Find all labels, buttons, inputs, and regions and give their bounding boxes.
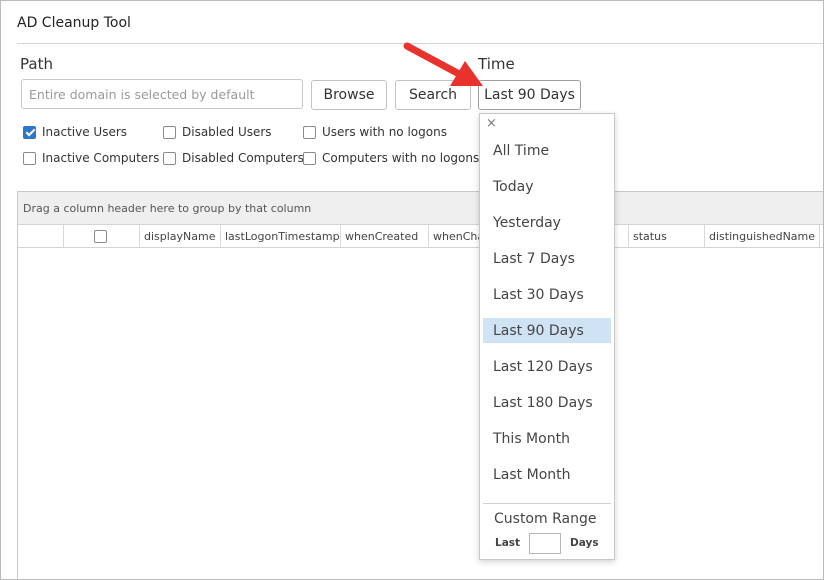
dropdown-item-all-time[interactable]: All Time: [483, 138, 611, 163]
column-status[interactable]: status: [629, 225, 705, 248]
column-lastlogontimestamp[interactable]: lastLogonTimestamp: [221, 225, 341, 248]
dropdown-divider: [483, 503, 611, 504]
checkbox-box: [303, 125, 316, 139]
dropdown-item-last-30-days[interactable]: Last 30 Days: [483, 282, 611, 307]
filter-users-no-logons[interactable]: Users with no logons: [303, 125, 447, 139]
dropdown-item-this-month[interactable]: This Month: [483, 426, 611, 451]
results-grid: Drag a column header here to group by th…: [17, 191, 823, 579]
filter-inactive-users[interactable]: Inactive Users: [23, 125, 127, 139]
dropdown-item-today[interactable]: Today: [483, 174, 611, 199]
column-whencreated[interactable]: whenCreated: [341, 225, 429, 248]
dropdown-item-yesterday[interactable]: Yesterday: [483, 210, 611, 235]
path-label: Path: [20, 55, 53, 73]
select-all-column[interactable]: [64, 225, 140, 248]
filter-label: Inactive Users: [42, 125, 128, 139]
filter-label: Computers with no logons: [322, 151, 480, 165]
time-range-select[interactable]: Last 90 Days: [478, 80, 581, 110]
checkbox-box: [163, 125, 176, 139]
app-title: AD Cleanup Tool: [17, 15, 131, 31]
dropdown-item-last-180-days[interactable]: Last 180 Days: [483, 390, 611, 415]
time-range-dropdown: × All Time Today Yesterday Last 7 Days L…: [479, 113, 615, 560]
row-indicator-column: [18, 225, 64, 248]
filter-label: Disabled Computers: [182, 151, 304, 165]
close-icon[interactable]: ×: [486, 116, 497, 131]
filter-disabled-users[interactable]: Disabled Users: [163, 125, 272, 139]
group-by-panel[interactable]: Drag a column header here to group by th…: [18, 192, 823, 225]
filter-inactive-computers[interactable]: Inactive Computers: [23, 151, 159, 165]
select-all-checkbox[interactable]: [94, 230, 107, 243]
column-displayname[interactable]: displayName: [140, 225, 221, 248]
column-distinguishedname[interactable]: distinguishedName: [705, 225, 820, 248]
path-input[interactable]: [21, 79, 303, 109]
filter-label: Inactive Computers: [42, 151, 160, 165]
red-arrow-annotation: [403, 42, 483, 86]
custom-range-prefix: Last: [495, 537, 521, 549]
filter-computers-no-logons[interactable]: Computers with no logons: [303, 151, 479, 165]
checkbox-box: [23, 151, 36, 165]
custom-days-input[interactable]: [529, 532, 562, 554]
check-icon: [23, 125, 36, 139]
custom-range-suffix: Days: [570, 537, 599, 549]
custom-range-row: Last Days: [495, 532, 599, 554]
filter-label: Disabled Users: [182, 125, 272, 139]
app-window: AD Cleanup Tool Path Time Browse Search …: [0, 0, 824, 580]
checkbox-box: [163, 151, 176, 165]
dropdown-item-last-7-days[interactable]: Last 7 Days: [483, 246, 611, 271]
custom-range-title: Custom Range: [494, 511, 597, 527]
grid-column-header: displayName lastLogonTimestamp whenCreat…: [18, 225, 823, 248]
column-truncated[interactable]: c: [820, 225, 824, 248]
checkbox-box: [303, 151, 316, 165]
dropdown-item-last-month[interactable]: Last Month: [483, 462, 611, 487]
filter-label: Users with no logons: [322, 125, 447, 139]
filter-disabled-computers[interactable]: Disabled Computers: [163, 151, 304, 165]
dropdown-item-last-120-days[interactable]: Last 120 Days: [483, 354, 611, 379]
dropdown-item-last-90-days[interactable]: Last 90 Days: [483, 318, 611, 343]
browse-button[interactable]: Browse: [311, 80, 387, 110]
